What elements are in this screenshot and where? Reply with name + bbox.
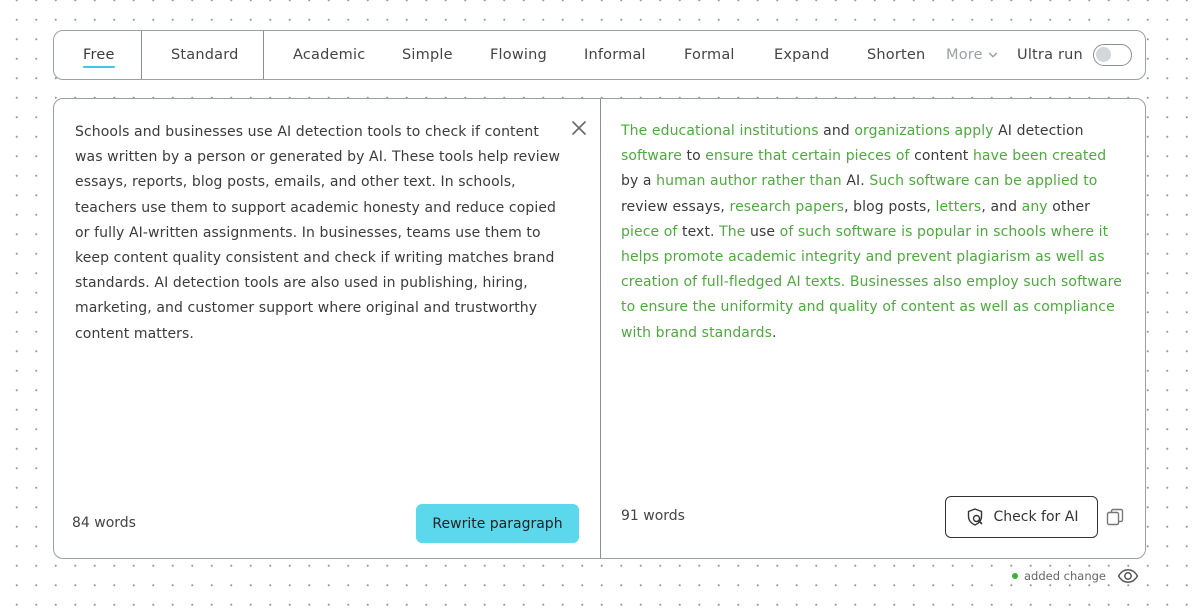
mode-tab-standard-label: Standard <box>171 47 239 63</box>
changed-text-segment[interactable]: have been created <box>973 148 1106 164</box>
mode-tab-informal-label: Informal <box>584 47 646 63</box>
changed-text-segment[interactable]: organizations apply <box>854 123 993 139</box>
changed-text-segment[interactable]: software <box>621 148 682 164</box>
input-textarea[interactable]: Schools and businesses use AI detection … <box>75 120 565 347</box>
mode-tab-simple[interactable]: Simple <box>402 31 453 79</box>
mode-tab-simple-label: Simple <box>402 47 453 63</box>
mode-tab-formal-label: Formal <box>684 47 735 63</box>
rewrite-paragraph-button[interactable]: Rewrite paragraph <box>416 504 579 543</box>
more-modes-label: More <box>946 47 983 63</box>
changed-text-segment[interactable]: ensure that certain pieces of <box>705 148 909 164</box>
pane-divider <box>600 99 601 558</box>
changed-text-segment[interactable]: The educational institutions <box>621 123 819 139</box>
check-for-ai-label: Check for AI <box>993 509 1079 525</box>
unchanged-text-segment: , and <box>981 198 1022 215</box>
changed-text-segment[interactable]: Such software can be applied to <box>869 173 1097 189</box>
mode-tab-flowing-label: Flowing <box>490 47 547 63</box>
unchanged-text-segment: , blog posts, <box>844 198 936 215</box>
changed-text-segment[interactable]: of such software is popular in schools w… <box>621 224 1122 341</box>
changed-text-segment[interactable]: research papers <box>730 199 845 215</box>
mode-divider-1 <box>141 31 142 79</box>
unchanged-text-segment: to <box>681 148 706 165</box>
ultra-run-group: Ultra run <box>1017 31 1132 79</box>
unchanged-text-segment: text. <box>677 223 720 240</box>
output-word-count: 91 words <box>621 508 685 524</box>
changed-text-segment[interactable]: any <box>1022 199 1048 215</box>
mode-tab-informal[interactable]: Informal <box>584 31 646 79</box>
added-change-dot <box>1012 573 1018 579</box>
unchanged-text-segment: review essays, <box>621 198 730 215</box>
mode-tab-expand-label: Expand <box>774 47 830 63</box>
mode-tab-free-label: Free <box>83 47 115 68</box>
changed-text-segment[interactable]: The <box>719 224 745 240</box>
changed-text-segment[interactable]: human author rather than <box>656 173 842 189</box>
mode-tab-academic[interactable]: Academic <box>293 31 365 79</box>
ultra-run-label: Ultra run <box>1017 47 1083 63</box>
ultra-run-toggle-knob <box>1095 47 1111 62</box>
unchanged-text-segment: content <box>909 148 973 165</box>
unchanged-text-segment: AI detection <box>993 123 1084 139</box>
unchanged-text-segment: other <box>1047 198 1091 215</box>
mode-tab-free[interactable]: Free <box>83 31 115 79</box>
unchanged-text-segment: and <box>818 123 855 139</box>
change-legend: added change <box>1010 568 1141 584</box>
ultra-run-toggle[interactable] <box>1092 44 1132 66</box>
input-word-count: 84 words <box>72 515 136 531</box>
mode-bar: Free Standard Academic Simple Flowing In… <box>53 30 1146 80</box>
output-text[interactable]: The educational institutions and organiz… <box>621 119 1126 346</box>
mode-tab-shorten-label: Shorten <box>867 47 926 63</box>
mode-divider-2 <box>263 31 264 79</box>
paraphrase-editor: Schools and businesses use AI detection … <box>53 98 1146 559</box>
close-icon[interactable] <box>570 119 588 137</box>
eye-icon[interactable] <box>1117 568 1139 584</box>
mode-tab-shorten[interactable]: Shorten <box>867 31 925 79</box>
mode-tab-expand[interactable]: Expand <box>774 31 829 79</box>
unchanged-text-segment: by a <box>621 173 657 190</box>
mode-tab-flowing[interactable]: Flowing <box>490 31 547 79</box>
chevron-down-icon <box>988 52 997 58</box>
mode-tab-standard[interactable]: Standard <box>171 31 239 79</box>
check-for-ai-button[interactable]: Check for AI <box>945 496 1098 538</box>
changed-text-segment[interactable]: piece of <box>621 224 677 240</box>
mode-tab-academic-label: Academic <box>293 47 366 63</box>
shield-search-icon <box>967 508 982 526</box>
changed-text-segment[interactable]: letters <box>935 199 981 215</box>
added-change-label: added change <box>1024 569 1106 583</box>
more-modes-dropdown[interactable]: More <box>946 31 998 79</box>
unchanged-text-segment: . <box>771 324 777 341</box>
copy-icon[interactable] <box>1105 507 1125 527</box>
unchanged-text-segment: AI. <box>841 173 870 190</box>
mode-tab-formal[interactable]: Formal <box>684 31 735 79</box>
unchanged-text-segment: use <box>745 223 780 240</box>
